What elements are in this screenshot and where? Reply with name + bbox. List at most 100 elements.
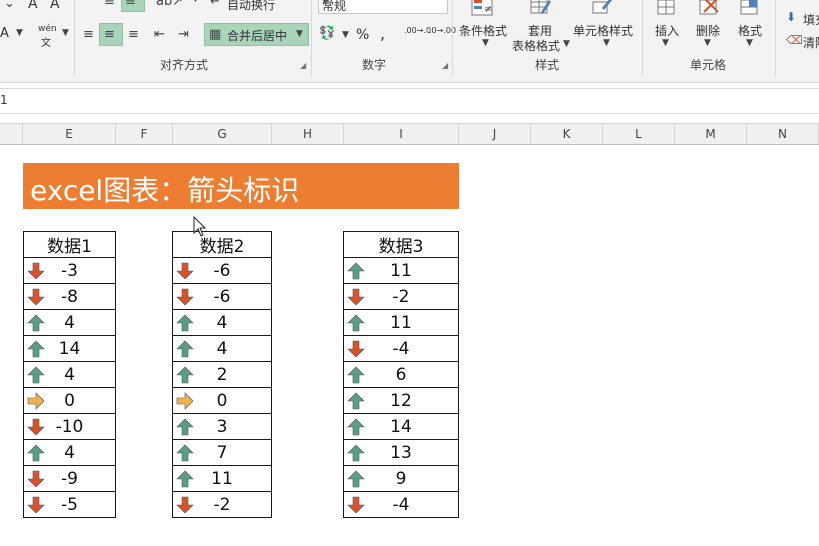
font-size-down-icon[interactable]: ⌄ (4, 0, 15, 11)
orientation-icon[interactable]: ab↗ (156, 0, 183, 9)
column-header[interactable]: H (272, 124, 344, 144)
align-center-icon[interactable]: ≡ (104, 27, 115, 42)
data-cell[interactable]: -6 (172, 283, 272, 310)
down-arrow-icon (347, 340, 365, 358)
data-cell[interactable]: -5 (23, 491, 116, 518)
font-grow-button[interactable]: A (28, 0, 38, 12)
column-header[interactable]: F (116, 124, 173, 144)
column-header[interactable]: L (603, 124, 675, 144)
data-cell[interactable]: -8 (23, 283, 116, 310)
phonetic-guide-button[interactable]: wén (38, 24, 57, 34)
fill-icon[interactable]: ⬇ (786, 10, 796, 24)
chevron-down-icon[interactable]: ▼ (322, 0, 444, 7)
data-cell[interactable]: 4 (23, 361, 116, 388)
middle-align-icon[interactable]: ≡ (125, 0, 136, 9)
table-row: -6 (172, 283, 272, 310)
column-header[interactable]: K (531, 124, 603, 144)
clear-button[interactable]: 清除 (803, 34, 819, 51)
column-title[interactable]: 数据1 (23, 231, 116, 258)
data-cell[interactable]: 14 (23, 335, 116, 362)
column-header[interactable]: G (173, 124, 272, 144)
chevron-down-icon[interactable]: ▼ (342, 30, 349, 40)
chevron-down-icon[interactable]: ▼ (16, 28, 23, 38)
delete-button[interactable]: 删除 (696, 22, 720, 39)
data-cell[interactable]: -2 (172, 491, 272, 518)
chevron-down-icon[interactable]: ▼ (704, 38, 711, 48)
dialog-launcher-icon[interactable]: ◢ (442, 61, 448, 70)
cell-value: 14 (58, 338, 81, 359)
column-header[interactable]: M (675, 124, 747, 144)
chevron-down-icon[interactable]: ▼ (482, 38, 489, 48)
column-header[interactable]: N (747, 124, 819, 144)
cell-styles-button[interactable]: 单元格样式 (573, 22, 633, 39)
formula-bar[interactable]: 1 (0, 88, 819, 114)
column-header[interactable]: E (23, 124, 116, 144)
align-left-icon[interactable]: ≡ (83, 27, 94, 42)
fill-button[interactable]: 填充 (803, 11, 819, 28)
column-title[interactable]: 数据2 (172, 231, 272, 258)
data-cell[interactable]: 3 (172, 413, 272, 440)
percent-style-button[interactable]: % (356, 27, 369, 43)
data-cell[interactable]: 12 (343, 387, 459, 414)
data-cell[interactable]: -4 (343, 491, 459, 518)
align-right-icon[interactable]: ≡ (128, 27, 139, 42)
data-cell[interactable]: 14 (343, 413, 459, 440)
data-cell[interactable]: 0 (23, 387, 116, 414)
dialog-launcher-icon[interactable]: ◢ (300, 61, 306, 70)
chevron-down-icon[interactable]: ▼ (62, 28, 69, 38)
wrap-text-button[interactable]: 自动换行 (227, 0, 275, 13)
data-cell[interactable]: -4 (343, 335, 459, 362)
data-cell[interactable]: 2 (172, 361, 272, 388)
data-table-3: 数据3 11 -2 11 -4 6 12 14 13 9 -4 (343, 231, 459, 518)
conditional-format-button[interactable]: 条件格式 (459, 22, 507, 39)
data-cell[interactable]: 13 (343, 439, 459, 466)
column-header-bar: E F G H I J K L M N (0, 123, 819, 145)
chevron-down-icon[interactable]: ▼ (563, 39, 570, 49)
group-separator (642, 0, 643, 76)
number-format-select[interactable]: 常规 ▼ (318, 0, 448, 14)
font-color-button[interactable]: A (0, 26, 9, 41)
data-cell[interactable]: 6 (343, 361, 459, 388)
chevron-down-icon[interactable]: ▼ (746, 38, 753, 48)
data-cell[interactable]: 4 (23, 439, 116, 466)
currency-format-icon[interactable]: 💱 (319, 26, 335, 41)
table-row: -8 (23, 283, 116, 310)
data-cell[interactable]: 4 (23, 309, 116, 336)
column-title[interactable]: 数据3 (343, 231, 459, 258)
data-cell[interactable]: -9 (23, 465, 116, 492)
chevron-down-icon[interactable]: ▼ (192, 0, 199, 4)
data-cell[interactable]: 9 (343, 465, 459, 492)
data-cell[interactable]: 11 (343, 309, 459, 336)
format-button[interactable]: 格式 (738, 22, 762, 39)
table-row: -10 (23, 413, 116, 440)
down-arrow-icon (27, 496, 45, 514)
comma-style-button[interactable]: , (380, 24, 385, 43)
chevron-down-icon[interactable]: ▼ (603, 38, 610, 48)
decrease-indent-icon[interactable]: ⇤ (154, 27, 165, 42)
data-cell[interactable]: 7 (172, 439, 272, 466)
increase-decimal-button[interactable]: .00→.0 (404, 26, 431, 35)
data-cell[interactable]: -6 (172, 257, 272, 284)
eraser-icon[interactable]: ⌫ (786, 33, 803, 47)
increase-indent-icon[interactable]: ⇥ (178, 27, 189, 42)
delete-cells-icon (699, 0, 719, 15)
title-banner[interactable]: excel图表：箭头标识 (23, 163, 459, 209)
insert-button[interactable]: 插入 (655, 22, 679, 39)
chevron-down-icon[interactable]: ▼ (662, 38, 669, 48)
wrap-text-icon[interactable]: ↵ (210, 0, 221, 9)
chevron-down-icon[interactable]: ▼ (296, 29, 303, 39)
data-cell[interactable]: -3 (23, 257, 116, 284)
data-cell[interactable]: 11 (343, 257, 459, 284)
up-arrow-icon (27, 444, 45, 462)
data-cell[interactable]: 11 (172, 465, 272, 492)
data-cell[interactable]: -10 (23, 413, 116, 440)
data-cell[interactable]: -2 (343, 283, 459, 310)
data-cell[interactable]: 0 (172, 387, 272, 414)
data-cell[interactable]: 4 (172, 309, 272, 336)
column-header[interactable]: I (344, 124, 459, 144)
data-cell[interactable]: 4 (172, 335, 272, 362)
column-header-d[interactable] (0, 124, 23, 144)
column-header[interactable]: J (459, 124, 531, 144)
top-align-icon[interactable]: ≡ (104, 0, 115, 9)
font-shrink-button[interactable]: A (50, 0, 60, 12)
